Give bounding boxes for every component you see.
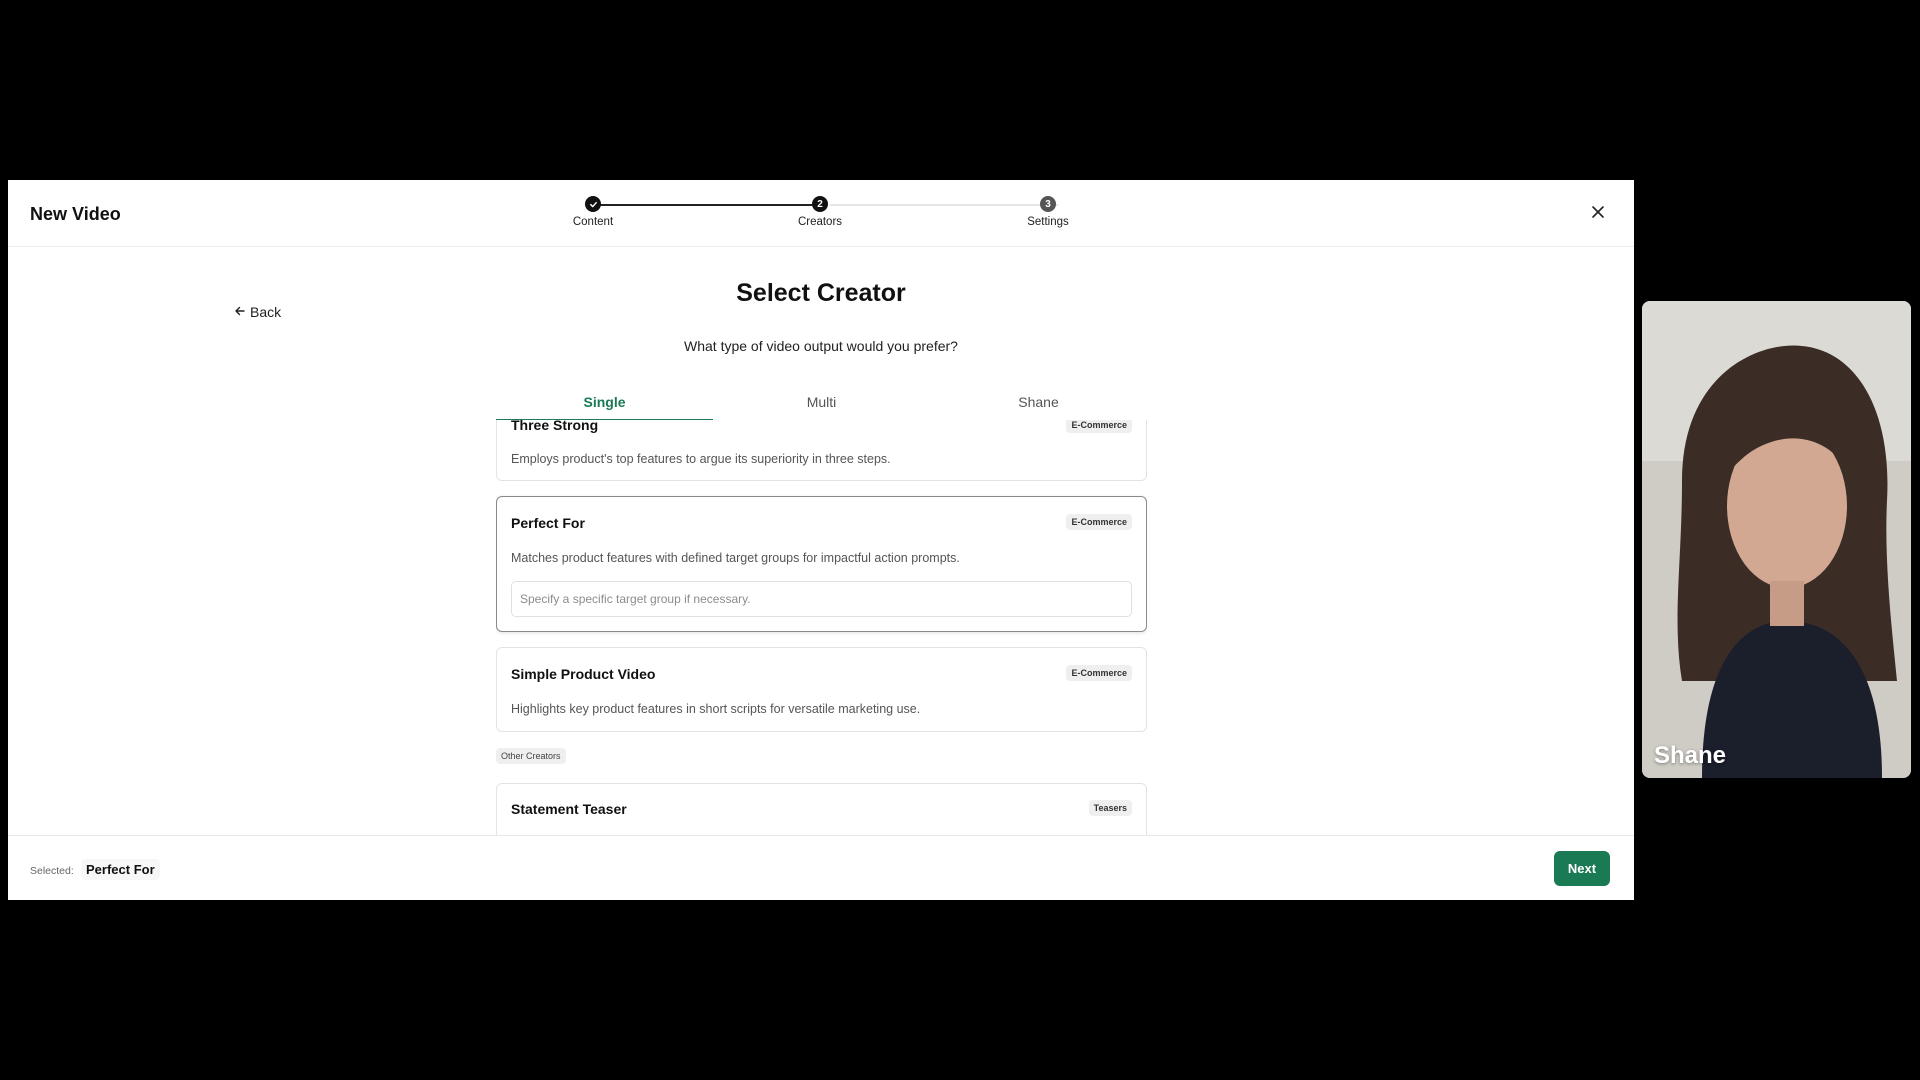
output-type-tabs: Single Multi Shane (496, 390, 1147, 421)
card-description: Employs product's top features to argue … (511, 452, 891, 466)
participant-video (1642, 301, 1911, 778)
selected-label: Selected: (30, 865, 74, 877)
category-badge: E-Commerce (1066, 514, 1132, 530)
target-group-input[interactable] (511, 581, 1132, 617)
category-badge: E-Commerce (1066, 665, 1132, 681)
step-creators[interactable]: 2 Creators (760, 196, 880, 228)
card-title: Perfect For (511, 515, 585, 531)
step-label: Content (572, 216, 614, 228)
progress-stepper: Content 2 Creators 3 Settings (8, 180, 1634, 247)
new-video-modal: New Video Content 2 Creators 3 Settings (8, 180, 1634, 900)
page-subtitle: What type of video output would you pref… (684, 338, 958, 354)
step-label: Settings (1027, 216, 1069, 228)
other-creators-label: Other Creators (496, 748, 566, 764)
tab-shane[interactable]: Shane (930, 390, 1147, 420)
tab-single[interactable]: Single (496, 390, 713, 421)
step-content[interactable]: Content (533, 196, 653, 228)
category-badge: Teasers (1088, 800, 1132, 816)
next-button[interactable]: Next (1554, 851, 1610, 886)
page-title: Select Creator (736, 279, 906, 307)
check-icon (585, 196, 601, 212)
close-icon (1591, 205, 1605, 224)
card-title: Three Strong (511, 420, 599, 433)
selected-creator: Perfect For (81, 859, 160, 880)
category-badge: E-Commerce (1066, 420, 1132, 433)
participant-name: Shane (1654, 742, 1727, 769)
creator-card-three-strong[interactable]: Three Strong E-Commerce Employs product'… (496, 420, 1147, 481)
creator-card-perfect-for[interactable]: Perfect For E-Commerce Matches product f… (496, 496, 1147, 632)
card-description: Highlights key product features in short… (511, 702, 921, 716)
card-title: Statement Teaser (511, 801, 627, 817)
step-number: 3 (1040, 196, 1056, 212)
close-button[interactable] (1586, 202, 1610, 226)
step-number: 2 (812, 196, 828, 212)
webcam-tile: Shane (1642, 301, 1911, 778)
step-settings[interactable]: 3 Settings (988, 196, 1108, 228)
modal-footer: Selected: Perfect For Next (8, 835, 1634, 900)
card-title: Simple Product Video (511, 666, 656, 682)
creator-card-simple-product-video[interactable]: Simple Product Video E-Commerce Highligh… (496, 647, 1147, 732)
card-description: Matches product features with defined ta… (511, 551, 960, 565)
tab-multi[interactable]: Multi (713, 390, 930, 420)
creator-card-statement-teaser[interactable]: Statement Teaser Teasers (496, 783, 1147, 835)
step-label: Creators (797, 216, 843, 228)
modal-header: New Video Content 2 Creators 3 Settings (8, 180, 1634, 247)
creator-list[interactable]: Three Strong E-Commerce Employs product'… (496, 420, 1147, 835)
